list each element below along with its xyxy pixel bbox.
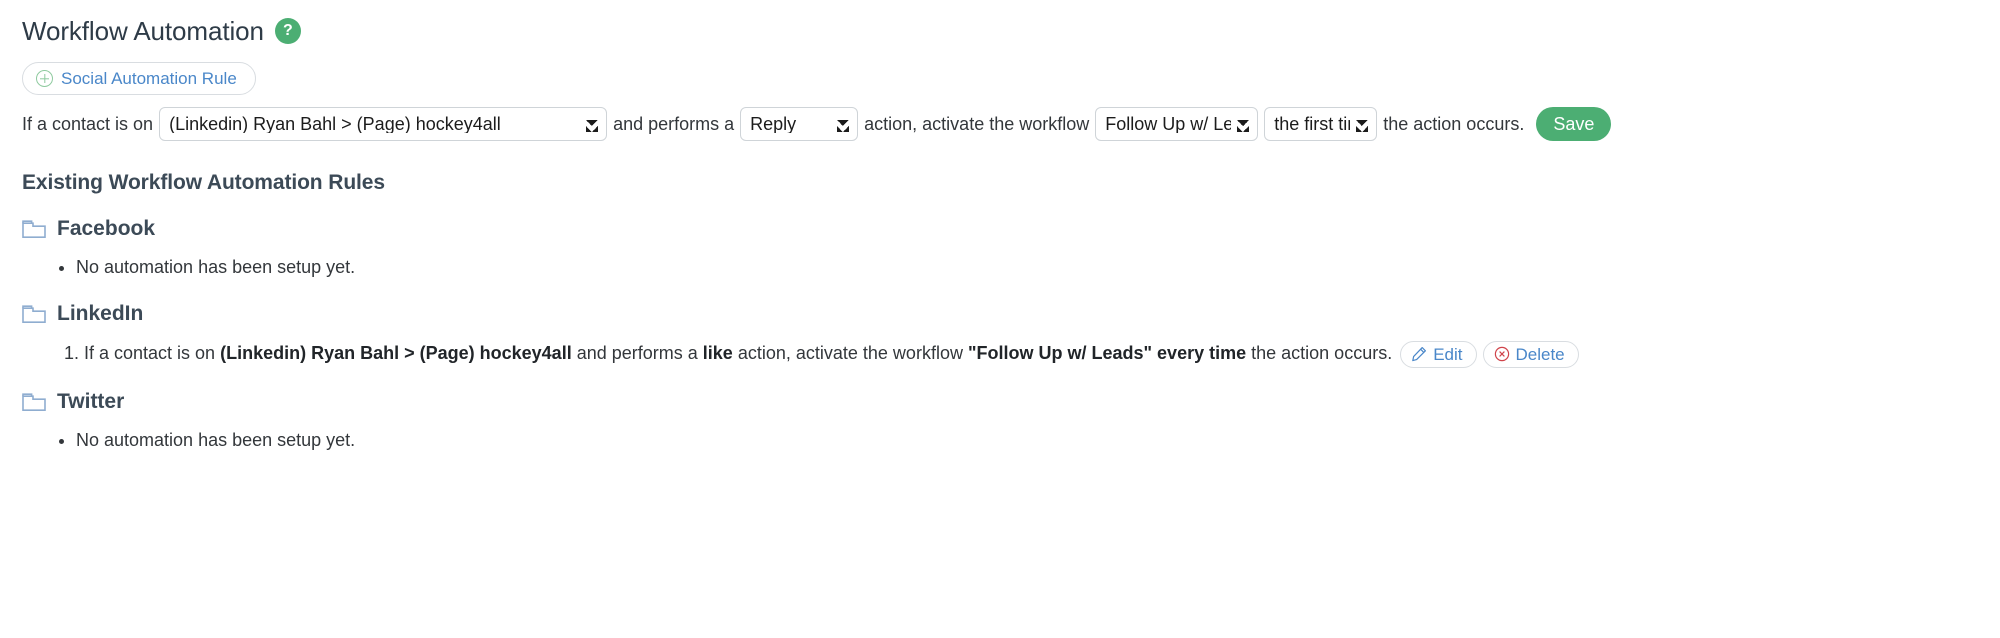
help-icon[interactable]: ? bbox=[274, 18, 301, 44]
save-button[interactable]: Save bbox=[1536, 107, 1612, 141]
add-rule-label: Social Automation Rule bbox=[61, 69, 237, 88]
delete-circle-x-icon bbox=[1494, 347, 1509, 362]
page-title: Workflow Automation bbox=[22, 16, 264, 46]
pencil-icon bbox=[1412, 347, 1427, 362]
builder-text-activate: action, activate the workflow bbox=[864, 113, 1090, 134]
rule-list: If a contact is on (Linkedin) Ryan Bahl … bbox=[22, 340, 2000, 368]
group-name: LinkedIn bbox=[57, 302, 144, 326]
rule-group-linkedin: LinkedIn If a contact is on (Linkedin) R… bbox=[22, 302, 2000, 368]
builder-text-and-performs: and performs a bbox=[613, 113, 735, 134]
rule-builder-row: If a contact is on (Linkedin) Ryan Bahl … bbox=[22, 107, 2000, 141]
action-select[interactable]: Reply bbox=[740, 107, 859, 141]
empty-message: No automation has been setup yet. bbox=[76, 255, 2000, 280]
workflow-automation-page: Workflow Automation ? Social Automation … bbox=[0, 0, 2000, 453]
add-rule-toolbar: Social Automation Rule bbox=[22, 62, 2000, 95]
frequency-select[interactable]: the first time bbox=[1264, 107, 1378, 141]
group-name: Facebook bbox=[57, 217, 156, 240]
rule-workflow: "Follow Up w/ Leads" every time bbox=[967, 343, 1247, 364]
rule-account: (Linkedin) Ryan Bahl > (Page) hockey4all bbox=[220, 343, 572, 364]
delete-rule-button[interactable]: Delete bbox=[1482, 340, 1579, 368]
rule-actions: Edit Delete bbox=[1400, 340, 1579, 368]
rule-group-facebook: Facebook No automation has been setup ye… bbox=[22, 217, 2000, 280]
rule-text-suffix: the action occurs. bbox=[1251, 343, 1393, 364]
workflow-select[interactable]: Follow Up w/ Leads bbox=[1095, 107, 1259, 141]
builder-text-prefix: If a contact is on bbox=[22, 113, 154, 134]
existing-rules-heading: Existing Workflow Automation Rules bbox=[22, 171, 385, 194]
folder-icon bbox=[22, 305, 46, 324]
rule-list-item: If a contact is on (Linkedin) Ryan Bahl … bbox=[84, 340, 2000, 368]
folder-icon bbox=[22, 393, 46, 411]
rule-text-mid-1: and performs a bbox=[576, 343, 698, 364]
rule-group-twitter: Twitter No automation has been setup yet… bbox=[22, 390, 2000, 453]
group-name: Twitter bbox=[57, 389, 125, 413]
page-header: Workflow Automation ? bbox=[22, 14, 2000, 48]
empty-message: No automation has been setup yet. bbox=[76, 428, 2000, 453]
folder-icon bbox=[22, 220, 46, 238]
empty-message-list: No automation has been setup yet. bbox=[22, 255, 2000, 280]
group-header: Facebook bbox=[22, 217, 2000, 241]
group-header: Twitter bbox=[22, 390, 2000, 414]
builder-text-suffix: the action occurs. bbox=[1383, 113, 1525, 134]
edit-label: Edit bbox=[1433, 344, 1463, 364]
group-header: LinkedIn bbox=[22, 302, 2000, 326]
rule-text-prefix: If a contact is on bbox=[84, 343, 216, 364]
add-social-automation-rule-button[interactable]: Social Automation Rule bbox=[22, 62, 256, 95]
empty-message-list: No automation has been setup yet. bbox=[22, 428, 2000, 453]
plus-circle-icon bbox=[36, 70, 53, 87]
edit-rule-button[interactable]: Edit bbox=[1400, 340, 1477, 368]
account-select[interactable]: (Linkedin) Ryan Bahl > (Page) hockey4all bbox=[159, 107, 608, 141]
delete-label: Delete bbox=[1515, 344, 1565, 364]
rule-text-mid-2: action, activate the workflow bbox=[737, 343, 963, 364]
rule-action: like bbox=[702, 343, 733, 364]
